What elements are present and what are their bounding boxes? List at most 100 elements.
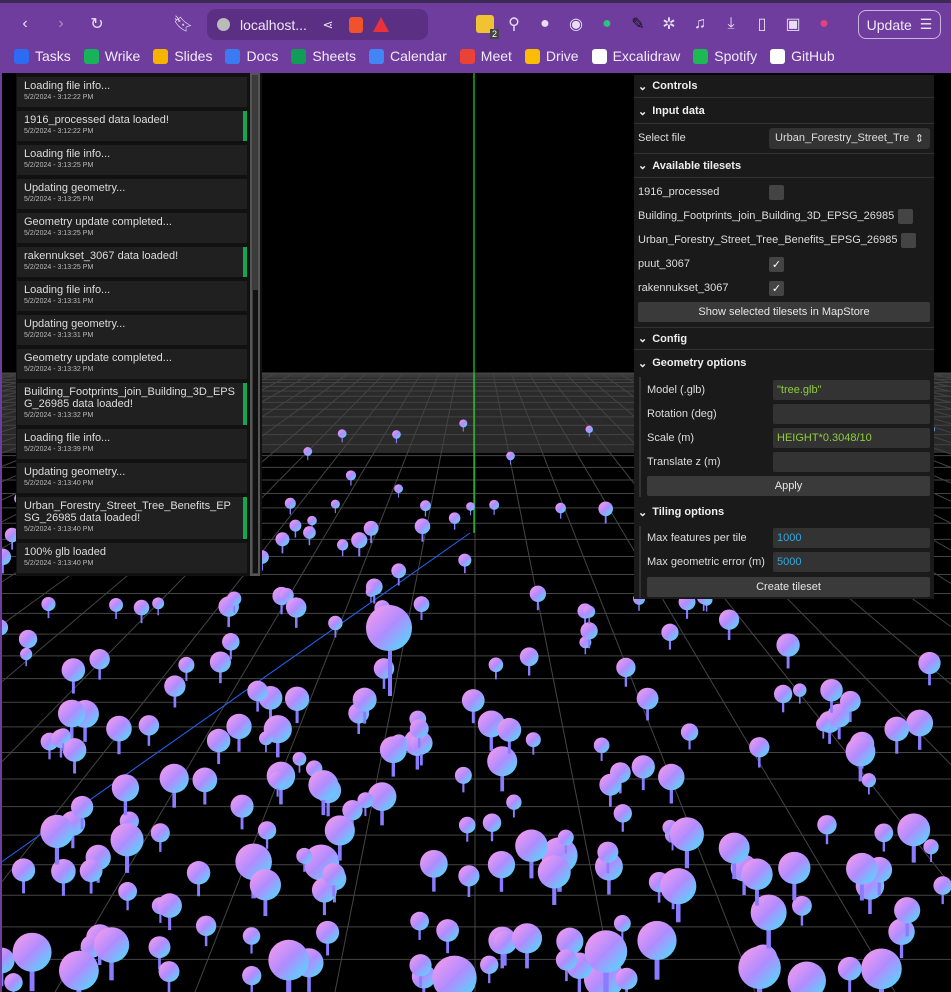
- extension-icon[interactable]: 2: [476, 15, 499, 39]
- tree-canopy: [51, 858, 76, 884]
- tree-canopy: [482, 813, 502, 832]
- field-row: Max geometric error (m) 5000: [647, 552, 930, 572]
- geometry-options-header[interactable]: ⌄ Geometry options: [634, 352, 934, 374]
- tree-canopy: [138, 715, 160, 736]
- bookmark-icon[interactable]: 🔖︎: [172, 13, 194, 35]
- brave-rewards-icon[interactable]: [372, 17, 389, 32]
- music-icon[interactable]: ♫: [689, 13, 711, 35]
- tree-canopy: [286, 597, 307, 618]
- tree-canopy: [776, 633, 800, 657]
- log-scrollbar-thumb[interactable]: [253, 290, 258, 573]
- address-bar[interactable]: localhost... ⋖: [207, 9, 428, 40]
- select-file-dropdown[interactable]: Urban_Forestry_Street_Tre ⇕: [769, 127, 930, 149]
- bookmark-meet[interactable]: Meet: [459, 48, 512, 64]
- max-geometric-error-m-input[interactable]: 5000: [773, 552, 930, 572]
- sidebar-icon[interactable]: ▯: [751, 13, 773, 35]
- log-message: Updating geometry...: [24, 182, 126, 194]
- tree-canopy: [275, 532, 290, 547]
- bookmark-excalidraw[interactable]: Excalidraw: [591, 48, 680, 64]
- tree-canopy: [597, 841, 619, 863]
- brave-shield-icon[interactable]: [348, 16, 363, 33]
- wallet-icon[interactable]: ▣: [782, 13, 804, 35]
- log-entry: Updating geometry... 5/2/2024 - 3:13:31 P…: [17, 315, 247, 345]
- reload-icon[interactable]: ↻: [86, 13, 108, 35]
- search-icon[interactable]: ⚲: [503, 13, 525, 35]
- tree-canopy: [61, 658, 86, 682]
- max-features-per-tile-input[interactable]: 1000: [773, 528, 930, 548]
- bookmark-slides[interactable]: Slides: [153, 48, 212, 64]
- bookmark-sheets[interactable]: Sheets: [291, 48, 356, 64]
- bookmark-tasks[interactable]: Tasks: [14, 48, 71, 64]
- bookmark-wrike[interactable]: Wrike: [83, 48, 140, 64]
- apply-button[interactable]: Apply: [647, 476, 930, 496]
- scale-m-input[interactable]: HEIGHT*0.3048/10: [773, 428, 930, 448]
- model-glb-input[interactable]: "tree.glb": [773, 380, 930, 400]
- download-icon[interactable]: ⤓: [720, 13, 742, 35]
- tileset-checkbox[interactable]: [898, 208, 914, 224]
- tree-canopy: [363, 520, 379, 536]
- tileset-checkbox[interactable]: [901, 232, 917, 248]
- tree-canopy: [41, 596, 56, 612]
- bug-icon[interactable]: ●: [596, 13, 618, 35]
- tomato-icon[interactable]: ●: [534, 13, 556, 35]
- tileset-row: rakennukset_3067 ✓: [638, 277, 930, 299]
- tileset-checkbox[interactable]: ✓: [769, 256, 784, 272]
- log-time: 5/2/2024 - 3:13:40 PM: [24, 560, 94, 567]
- log-message: Updating geometry...: [24, 318, 126, 330]
- tree-canopy: [669, 817, 704, 852]
- tree-canopy: [209, 651, 231, 673]
- rotation-deg-input[interactable]: [773, 404, 930, 424]
- forward-icon[interactable]: ›: [50, 13, 72, 35]
- browser-chrome: ‹ › ↻ 🔖︎ localhost... ⋖ 2 ⚲ ● ◉ ● ✎ ✲ ♫ …: [0, 0, 951, 73]
- back-icon[interactable]: ‹: [14, 13, 36, 35]
- tree-canopy: [268, 939, 310, 981]
- tree-canopy: [79, 859, 103, 883]
- tileset-row: Building_Footprints_join_Building_3D_EPS…: [638, 205, 930, 227]
- profile-avatar[interactable]: ●: [813, 13, 835, 35]
- tree-canopy: [20, 647, 33, 661]
- tree-canopy: [519, 647, 539, 667]
- translate-z-m-input[interactable]: [773, 452, 930, 472]
- tree-canopy: [352, 687, 377, 712]
- extensions-icon[interactable]: ✲: [658, 13, 680, 35]
- group-divider: [639, 377, 641, 497]
- excalidraw-icon: [591, 48, 607, 64]
- config-header[interactable]: ⌄ Config: [634, 327, 934, 350]
- tileset-checkbox[interactable]: ✓: [769, 280, 784, 296]
- share-icon[interactable]: ⋖: [317, 14, 339, 36]
- log-entry: Geometry update completed... 5/2/2024 - 3…: [17, 213, 247, 243]
- controls-header[interactable]: ⌄ Controls: [634, 75, 934, 98]
- available-tilesets-header[interactable]: ⌄ Available tilesets: [634, 153, 934, 178]
- log-message: Loading file info...: [24, 432, 111, 444]
- tree-canopy: [106, 715, 132, 742]
- log-entry: 1916_processed data loaded! 5/2/2024 - 3:…: [17, 111, 247, 141]
- create-tileset-button[interactable]: Create tileset: [647, 577, 930, 597]
- bookmark-docs[interactable]: Docs: [225, 48, 278, 64]
- bookmark-calendar[interactable]: Calendar: [368, 48, 447, 64]
- tiling-options-header[interactable]: ⌄ Tiling options: [634, 501, 934, 523]
- log-entry: Updating geometry... 5/2/2024 - 3:13:40 P…: [17, 463, 247, 493]
- code-icon[interactable]: ◉: [565, 13, 587, 35]
- info-icon[interactable]: [217, 18, 230, 31]
- bookmark-drive[interactable]: Drive: [524, 48, 579, 64]
- chevron-down-icon: ⌄: [638, 506, 648, 519]
- bookmark-github[interactable]: GitHub: [770, 48, 835, 64]
- tree-canopy: [366, 605, 412, 651]
- bookmark-spotify[interactable]: Spotify: [693, 48, 757, 64]
- tree-canopy: [585, 425, 593, 434]
- meet-icon: [459, 48, 475, 64]
- chevron-down-icon: ⌄: [638, 80, 648, 93]
- tree-canopy: [164, 675, 186, 697]
- show-tilesets-button[interactable]: Show selected tilesets in MapStore: [638, 302, 930, 322]
- log-time: 5/2/2024 - 3:13:32 PM: [24, 366, 94, 373]
- update-button[interactable]: Update ☰: [858, 10, 941, 39]
- log-entry: Loading file info... 5/2/2024 - 3:13:25 P…: [17, 145, 247, 175]
- input-data-header[interactable]: ⌄ Input data: [634, 99, 934, 124]
- tree-canopy: [454, 766, 472, 784]
- tree-canopy: [58, 950, 99, 991]
- tileset-checkbox[interactable]: [769, 184, 784, 200]
- pen-icon[interactable]: ✎: [627, 13, 649, 35]
- url-text[interactable]: localhost...: [240, 17, 307, 33]
- log-time: 5/2/2024 - 3:13:40 PM: [24, 480, 94, 487]
- tree-canopy: [316, 920, 340, 944]
